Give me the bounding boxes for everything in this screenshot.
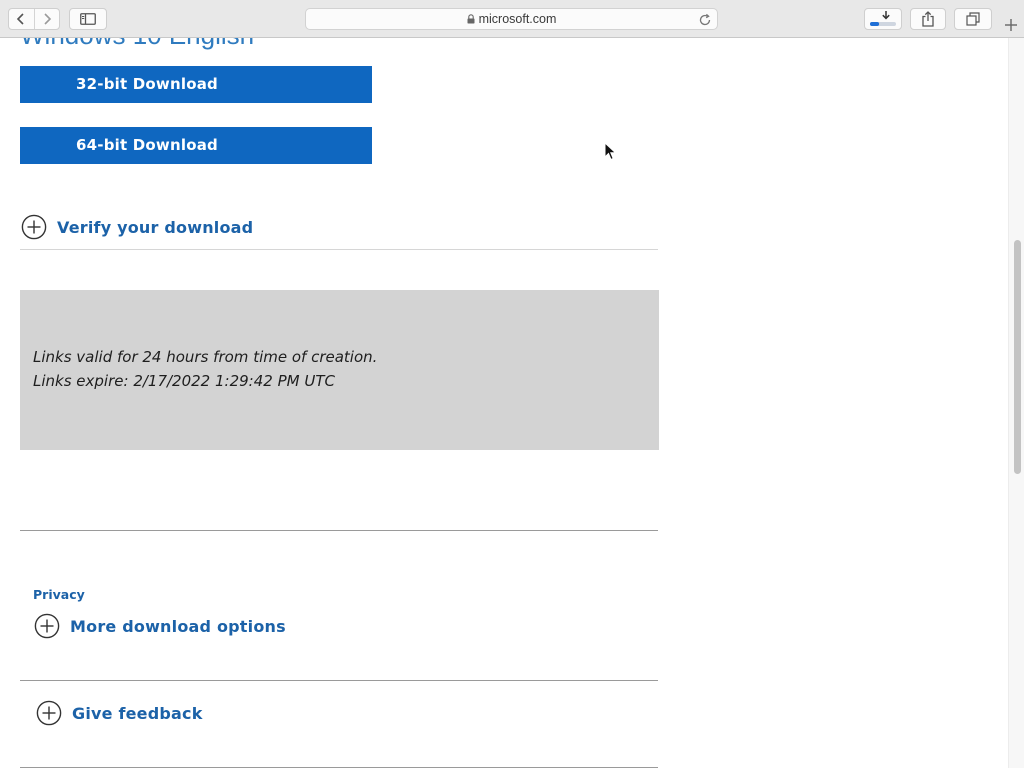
privacy-link[interactable]: Privacy — [33, 587, 85, 602]
plus-circle-icon — [21, 214, 47, 240]
back-button[interactable] — [9, 9, 35, 29]
new-tab-button[interactable] — [1000, 14, 1022, 36]
chevron-right-icon — [44, 13, 51, 25]
forward-button[interactable] — [35, 9, 60, 29]
downloads-button[interactable] — [864, 8, 902, 30]
tabs-overview-icon — [966, 12, 980, 26]
browser-toolbar: microsoft.com — [0, 0, 1024, 38]
scrollbar-thumb[interactable] — [1014, 240, 1021, 474]
download-64bit-button[interactable]: 64-bit Download — [20, 127, 372, 164]
scrollbar[interactable] — [1008, 38, 1024, 768]
download-32bit-button[interactable]: 32-bit Download — [20, 66, 372, 103]
plus-circle-icon — [36, 700, 62, 726]
plus-circle-icon — [34, 613, 60, 639]
expiry-text: Links expire: 2/17/2022 1:29:42 PM UTC — [33, 372, 335, 390]
sidebar-icon — [80, 13, 96, 25]
divider — [20, 530, 658, 531]
more-download-options-expander[interactable]: More download options — [34, 613, 286, 639]
address-text: microsoft.com — [478, 12, 557, 26]
verify-download-label: Verify your download — [57, 217, 254, 237]
share-icon — [922, 11, 934, 27]
give-feedback-label: Give feedback — [72, 703, 203, 723]
share-button[interactable] — [910, 8, 946, 30]
divider — [20, 249, 658, 250]
nav-buttons — [8, 8, 60, 30]
validity-text: Links valid for 24 hours from time of cr… — [33, 348, 378, 366]
page-content: Windows 10 English 32-bit Download 64-bi… — [0, 38, 1008, 768]
link-validity-notice: Links valid for 24 hours from time of cr… — [20, 290, 659, 450]
plus-icon — [1005, 19, 1017, 31]
section-title: Windows 10 English — [20, 38, 254, 51]
give-feedback-expander[interactable]: Give feedback — [36, 700, 203, 726]
more-download-options-label: More download options — [70, 616, 286, 636]
sidebar-button[interactable] — [69, 8, 107, 30]
chevron-left-icon — [17, 13, 24, 25]
address-bar[interactable]: microsoft.com — [305, 8, 718, 30]
lock-icon — [467, 14, 475, 24]
verify-download-expander[interactable]: Verify your download — [21, 214, 253, 240]
tabs-overview-button[interactable] — [954, 8, 992, 30]
divider — [20, 680, 658, 681]
reload-icon[interactable] — [698, 12, 712, 31]
download-progress-icon — [870, 11, 896, 26]
